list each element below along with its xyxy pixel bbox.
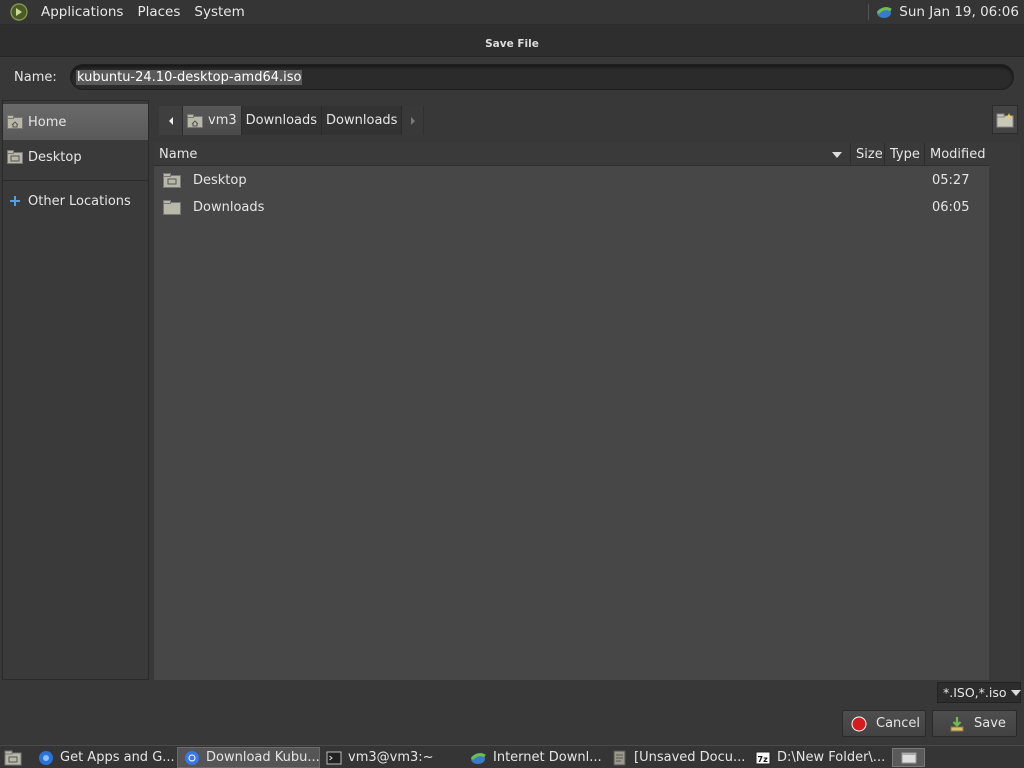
- desktop-folder-icon: [7, 150, 23, 164]
- path-segment-vm3[interactable]: vm3: [183, 106, 242, 135]
- column-header-label: Size: [856, 147, 883, 162]
- path-segment-downloads-2[interactable]: Downloads: [322, 106, 403, 135]
- column-header-name[interactable]: Name: [154, 143, 851, 166]
- taskbar-item-download-kubuntu[interactable]: Download Kubu...: [177, 747, 320, 768]
- chevron-left-icon: [168, 116, 173, 125]
- file-modified: 05:27: [932, 173, 970, 188]
- path-bar: vm3 Downloads Downloads: [159, 106, 425, 135]
- network-icon[interactable]: [875, 4, 893, 20]
- chrome-icon: [184, 750, 200, 766]
- places-menu[interactable]: Places: [130, 4, 187, 20]
- file-row[interactable]: Downloads 06:05: [154, 194, 989, 221]
- file-name: Downloads: [193, 200, 265, 215]
- places-sidebar: Home Desktop Other Locations: [2, 100, 149, 680]
- sidebar-item-desktop[interactable]: Desktop: [3, 139, 148, 175]
- distro-logo-icon[interactable]: [10, 3, 28, 21]
- taskbar-item-label: Download Kubu...: [206, 750, 320, 765]
- taskbar-item-label: Get Apps and G...: [60, 750, 174, 765]
- download-manager-icon: [469, 750, 487, 766]
- chevron-right-icon: [410, 116, 415, 125]
- taskbar-item-7zip[interactable]: 7z D:\New Folder\...: [749, 747, 889, 768]
- new-folder-icon: [996, 112, 1014, 127]
- name-row: Name: kubuntu-24.10-desktop-amd64.iso: [0, 58, 1024, 98]
- plus-icon: [10, 196, 20, 206]
- taskbar-item-label: D:\New Folder\...: [777, 750, 886, 765]
- home-folder-icon: [7, 115, 23, 129]
- file-row[interactable]: Desktop 05:27: [154, 167, 989, 194]
- file-list-margin: [989, 143, 1020, 680]
- dialog-titlebar[interactable]: Save File: [0, 25, 1024, 57]
- taskbar-item-get-apps[interactable]: Get Apps and G...: [32, 747, 174, 768]
- column-header-size[interactable]: Size: [851, 143, 885, 166]
- applications-menu[interactable]: Applications: [34, 4, 130, 20]
- taskbar-item-label: Internet Downl...: [493, 750, 602, 765]
- 7zip-icon: 7z: [755, 750, 771, 766]
- folder-icon: [163, 200, 181, 215]
- sidebar-item-other-locations[interactable]: Other Locations: [3, 183, 148, 219]
- desktop-folder-icon: [163, 173, 181, 188]
- sidebar-item-label: Home: [28, 114, 67, 130]
- path-segment-label: Downloads: [245, 113, 318, 128]
- top-panel: Applications Places System Sun Jan 19, 0…: [0, 0, 1024, 25]
- workspace-switcher[interactable]: [892, 748, 925, 767]
- filter-value: *.ISO,*.iso: [943, 685, 1007, 700]
- taskbar-item-internet-download-manager[interactable]: Internet Downl...: [463, 747, 606, 768]
- system-menu[interactable]: System: [187, 4, 251, 20]
- taskbar-item-unsaved-document[interactable]: [Unsaved Docu...: [606, 747, 749, 768]
- show-desktop-button[interactable]: [2, 748, 24, 767]
- dialog-title: Save File: [485, 38, 539, 50]
- cancel-label: Cancel: [876, 716, 921, 731]
- sidebar-item-home[interactable]: Home: [3, 104, 148, 140]
- sidebar-divider: [3, 180, 148, 181]
- path-segment-label: vm3: [208, 113, 237, 128]
- file-modified: 06:05: [932, 200, 970, 215]
- show-desktop-icon: [4, 750, 22, 765]
- name-label: Name:: [14, 70, 57, 85]
- create-folder-button[interactable]: [992, 105, 1018, 134]
- taskbar: Get Apps and G... Download Kubu... vm3@v…: [0, 745, 1024, 768]
- cancel-icon: [851, 716, 867, 732]
- taskbar-item-label: [Unsaved Docu...: [634, 750, 746, 765]
- clock[interactable]: Sun Jan 19, 06:06: [893, 4, 1019, 20]
- text-editor-icon: [612, 750, 628, 766]
- path-back-button[interactable]: [159, 106, 183, 135]
- save-button[interactable]: Save: [932, 710, 1017, 737]
- file-list-header: Name Size Type Modified: [154, 143, 989, 166]
- path-segment-downloads[interactable]: Downloads: [241, 106, 323, 135]
- save-label: Save: [974, 716, 1006, 731]
- file-type-filter[interactable]: *.ISO,*.iso: [937, 682, 1021, 703]
- file-list: Name Size Type Modified Desktop 05:27 Do…: [154, 143, 989, 680]
- save-file-dialog: Save File Name: kubuntu-24.10-desktop-am…: [0, 25, 1024, 745]
- column-header-label: Modified: [930, 147, 986, 162]
- sidebar-item-label: Desktop: [28, 149, 82, 165]
- workspace-icon: [901, 752, 916, 763]
- system-tray: Sun Jan 19, 06:06: [868, 4, 1019, 20]
- sidebar-item-label: Other Locations: [28, 193, 131, 209]
- home-folder-icon: [187, 113, 203, 128]
- filename-input[interactable]: kubuntu-24.10-desktop-amd64.iso: [70, 64, 1014, 90]
- file-name: Desktop: [193, 173, 247, 188]
- save-download-icon: [949, 716, 965, 732]
- sort-descending-icon: [832, 152, 842, 158]
- cancel-button[interactable]: Cancel: [842, 710, 926, 737]
- column-header-label: Type: [890, 147, 920, 162]
- filename-input-text: kubuntu-24.10-desktop-amd64.iso: [76, 69, 303, 85]
- chevron-down-icon: [1010, 689, 1021, 696]
- taskbar-item-label: vm3@vm3:~: [348, 750, 434, 765]
- path-forward-button[interactable]: [402, 106, 425, 135]
- terminal-icon: [326, 750, 342, 766]
- taskbar-item-terminal[interactable]: vm3@vm3:~: [320, 747, 463, 768]
- browser-icon: [38, 750, 54, 766]
- column-header-type[interactable]: Type: [885, 143, 925, 166]
- path-segment-label: Downloads: [326, 113, 398, 128]
- svg-text:7z: 7z: [758, 755, 769, 764]
- column-header-label: Name: [159, 147, 198, 162]
- column-header-modified[interactable]: Modified: [925, 143, 989, 166]
